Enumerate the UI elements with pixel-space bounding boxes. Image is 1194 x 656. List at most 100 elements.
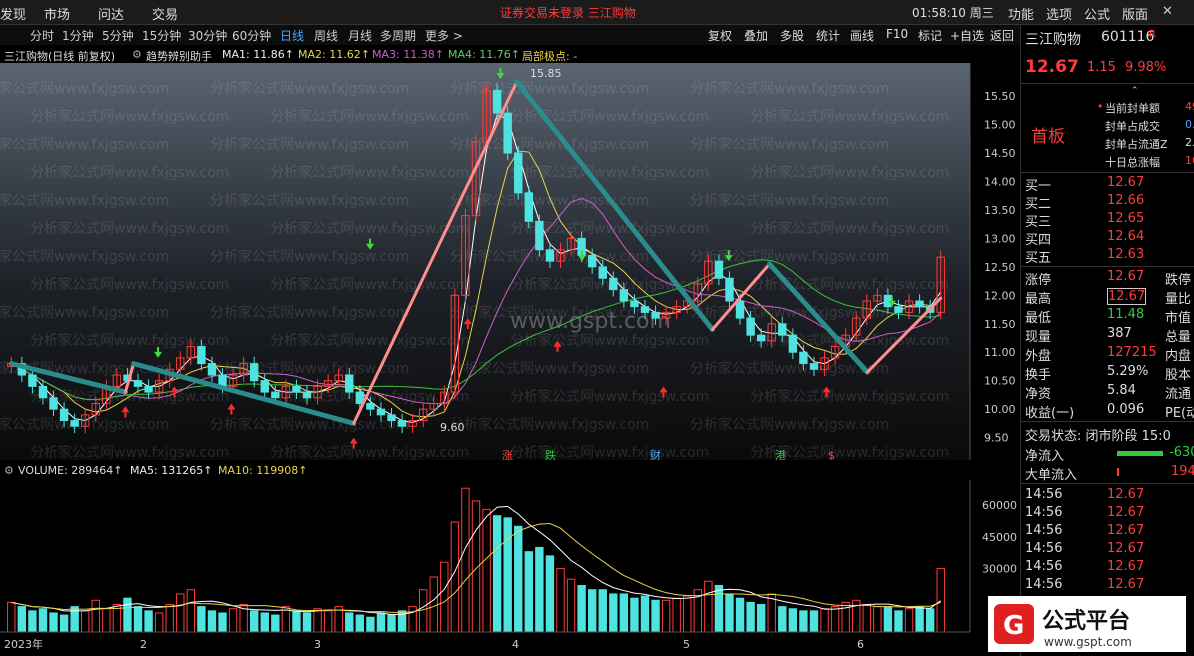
period-60min[interactable]: 60分钟	[232, 27, 271, 44]
tool-multi[interactable]: 多股	[780, 27, 804, 44]
seal-float-value: 2.	[1185, 136, 1194, 149]
gspt-logo: G 公式平台 www.gspt.com	[988, 596, 1186, 652]
bid-3[interactable]: 买三 12.65	[1025, 211, 1193, 230]
watermark-text: 分析家公式网www.fxjgsw.com	[0, 248, 169, 265]
period-5min[interactable]: 5分钟	[102, 27, 134, 44]
tool-overlay[interactable]: 叠加	[744, 27, 768, 44]
login-notice[interactable]: 证券交易未登录 三江购物	[500, 4, 636, 21]
bid-5-price: 12.63	[1107, 247, 1145, 262]
period-fenshi[interactable]: 分时	[30, 27, 54, 44]
period-more[interactable]: 更多 >	[425, 27, 463, 44]
marker-zhang[interactable]: 涨	[502, 449, 513, 460]
volume-bar	[133, 606, 143, 633]
candle-body	[59, 408, 69, 422]
menu-bar: 发现 市场 问达 交易 证券交易未登录 三江购物 01:58:10 周三 功能 …	[0, 0, 1194, 25]
volume-bar	[788, 608, 798, 633]
candle-body	[38, 385, 48, 399]
tool-mark[interactable]: 标记	[918, 27, 942, 44]
bid-4-label: 买四	[1025, 233, 1052, 248]
watermark-text: 分析家公式网www.fxjgsw.com	[690, 416, 889, 433]
candle-body	[260, 380, 269, 393]
watermark-text: 分析家公式网www.fxjgsw.com	[30, 108, 229, 125]
menu-market[interactable]: 市场	[44, 4, 70, 23]
period-daily[interactable]: 日线	[280, 27, 304, 44]
menu-layout[interactable]: 版面	[1122, 4, 1148, 23]
stat-row: 涨停 12.67 跌停	[1025, 269, 1193, 288]
expand-icon[interactable]: ⌃	[1131, 86, 1139, 96]
volume-bar	[376, 612, 386, 633]
bid-5[interactable]: 买五 12.63	[1025, 247, 1193, 266]
watermark-text: 分析家公式网www.fxjgsw.com	[270, 108, 469, 125]
watermark-text: 分析家公式网www.fxjgsw.com	[30, 220, 229, 237]
tool-back[interactable]: 返回	[990, 27, 1014, 44]
candle-body	[788, 334, 798, 353]
tool-stats[interactable]: 统计	[816, 27, 840, 44]
volume-bar	[38, 608, 48, 633]
tool-f10[interactable]: F10	[886, 27, 908, 41]
volume-bar	[207, 610, 217, 633]
settings-icon[interactable]: ⚙	[132, 48, 142, 61]
candle-body	[524, 192, 534, 222]
indicator-name[interactable]: 趋势辨别助手	[146, 48, 212, 64]
candle-body	[735, 300, 745, 319]
ten-day-gain-label: 十日总涨幅	[1105, 156, 1160, 169]
tick-time: 14:56	[1025, 577, 1063, 592]
watermark-text: 分析家公式网www.fxjgsw.com	[0, 192, 169, 209]
menu-discover[interactable]: 发现	[0, 4, 26, 23]
marker-gang[interactable]: 港	[775, 449, 786, 460]
net-inflow-value: -630	[1169, 445, 1194, 460]
price-tick: 10.00	[984, 403, 1016, 416]
menu-formula[interactable]: 公式	[1084, 4, 1110, 23]
stat-value: 5.29%	[1107, 364, 1149, 379]
period-1min[interactable]: 1分钟	[62, 27, 94, 44]
bid-4[interactable]: 买四 12.64	[1025, 229, 1193, 248]
period-30min[interactable]: 30分钟	[188, 27, 227, 44]
menu-trade[interactable]: 交易	[152, 4, 178, 23]
stock-code: 601116	[1101, 29, 1155, 45]
bid-4-price: 12.64	[1107, 229, 1145, 244]
watermark-text: 分析家公式网www.fxjgsw.com	[210, 80, 409, 97]
volume-bar	[630, 597, 639, 633]
marker-cai[interactable]: 财	[650, 448, 661, 460]
candle-body	[725, 277, 734, 302]
ten-day-gain-value: 16.	[1185, 154, 1194, 167]
date-tick: 2	[140, 638, 147, 651]
menu-function[interactable]: 功能	[1008, 4, 1034, 23]
watermark-text: 分析家公式网www.fxjgsw.com	[210, 136, 409, 153]
bid-2[interactable]: 买二 12.66	[1025, 193, 1193, 212]
menu-wenda[interactable]: 问达	[98, 4, 124, 23]
price-chart[interactable]: www.gspt.com 分析家公式网www.fxjgsw.com分析家公式网w…	[0, 63, 1020, 460]
volume-chart[interactable]: 60000 45000 30000 2023年 2 3 4 5 6	[0, 480, 1020, 656]
period-monthly[interactable]: 月线	[348, 27, 372, 44]
marker-dollar[interactable]: $	[828, 449, 835, 460]
close-icon[interactable]: ✕	[1162, 4, 1173, 19]
last-price: 12.67	[1025, 57, 1079, 77]
watermark-text: 分析家公式网www.fxjgsw.com	[210, 416, 409, 433]
period-15min[interactable]: 15分钟	[142, 27, 181, 44]
stat-label-2: 市值	[1165, 311, 1192, 326]
price-tick: 15.00	[984, 119, 1016, 132]
tool-draw[interactable]: 画线	[850, 27, 874, 44]
period-weekly[interactable]: 周线	[314, 27, 338, 44]
tool-fuquan[interactable]: 复权	[708, 27, 732, 44]
watermark-text: 分析家公式网www.fxjgsw.com	[270, 444, 469, 460]
big-inflow-bar	[1117, 468, 1119, 476]
tick-row: 14:56 12.67	[1025, 559, 1193, 577]
price-tick: 12.00	[984, 289, 1016, 302]
bid-1[interactable]: 买一 12.67	[1025, 175, 1193, 194]
stat-value: 5.84	[1107, 383, 1136, 398]
candle-body	[609, 277, 618, 291]
tick-row: 14:56 12.67	[1025, 523, 1193, 541]
date-axis: 2023年 2 3 4 5 6	[4, 637, 864, 651]
candle-body	[345, 374, 354, 393]
stat-label: 收益(一)	[1025, 406, 1075, 421]
volume-settings-icon[interactable]: ⚙	[4, 464, 14, 477]
candle-body	[207, 363, 217, 376]
stat-row: 净资 5.84 流通	[1025, 383, 1193, 402]
marker-die[interactable]: 跌	[545, 448, 556, 460]
svg-text:G: G	[1003, 611, 1024, 641]
period-multi[interactable]: 多周期	[380, 27, 416, 44]
tool-add-watch[interactable]: +自选	[950, 27, 984, 44]
menu-options[interactable]: 选项	[1046, 4, 1072, 23]
volume-bar	[28, 610, 37, 633]
